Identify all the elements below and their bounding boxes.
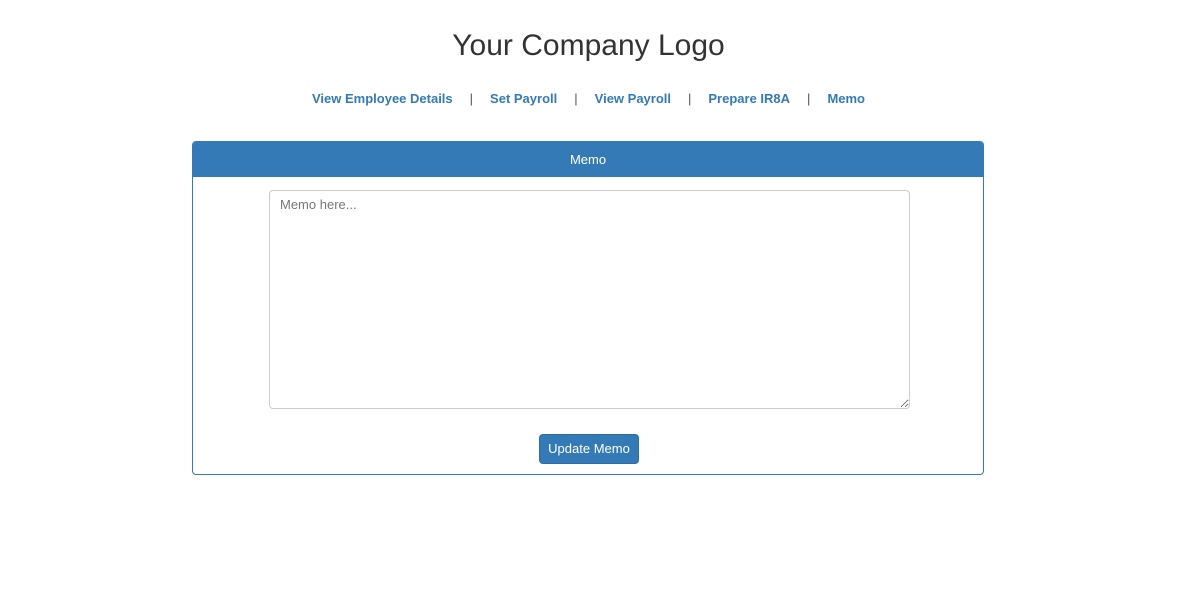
nav-separator: | [688, 91, 692, 106]
company-logo: Your Company Logo [452, 29, 725, 62]
nav-separator: | [807, 91, 811, 106]
main-nav: View Employee Details | Set Payroll | Vi… [0, 90, 1177, 108]
memo-panel: Memo Update Memo [192, 141, 984, 475]
nav-view-payroll[interactable]: View Payroll [595, 90, 671, 108]
nav-separator: | [574, 91, 578, 106]
update-memo-button[interactable]: Update Memo [539, 434, 639, 464]
panel-title: Memo [193, 142, 983, 177]
nav-prepare-ir8a[interactable]: Prepare IR8A [708, 90, 790, 108]
nav-view-employee-details[interactable]: View Employee Details [312, 90, 453, 108]
nav-separator: | [469, 91, 474, 106]
memo-textarea[interactable] [269, 190, 910, 409]
nav-set-payroll[interactable]: Set Payroll [490, 90, 557, 108]
nav-memo[interactable]: Memo [827, 90, 865, 108]
